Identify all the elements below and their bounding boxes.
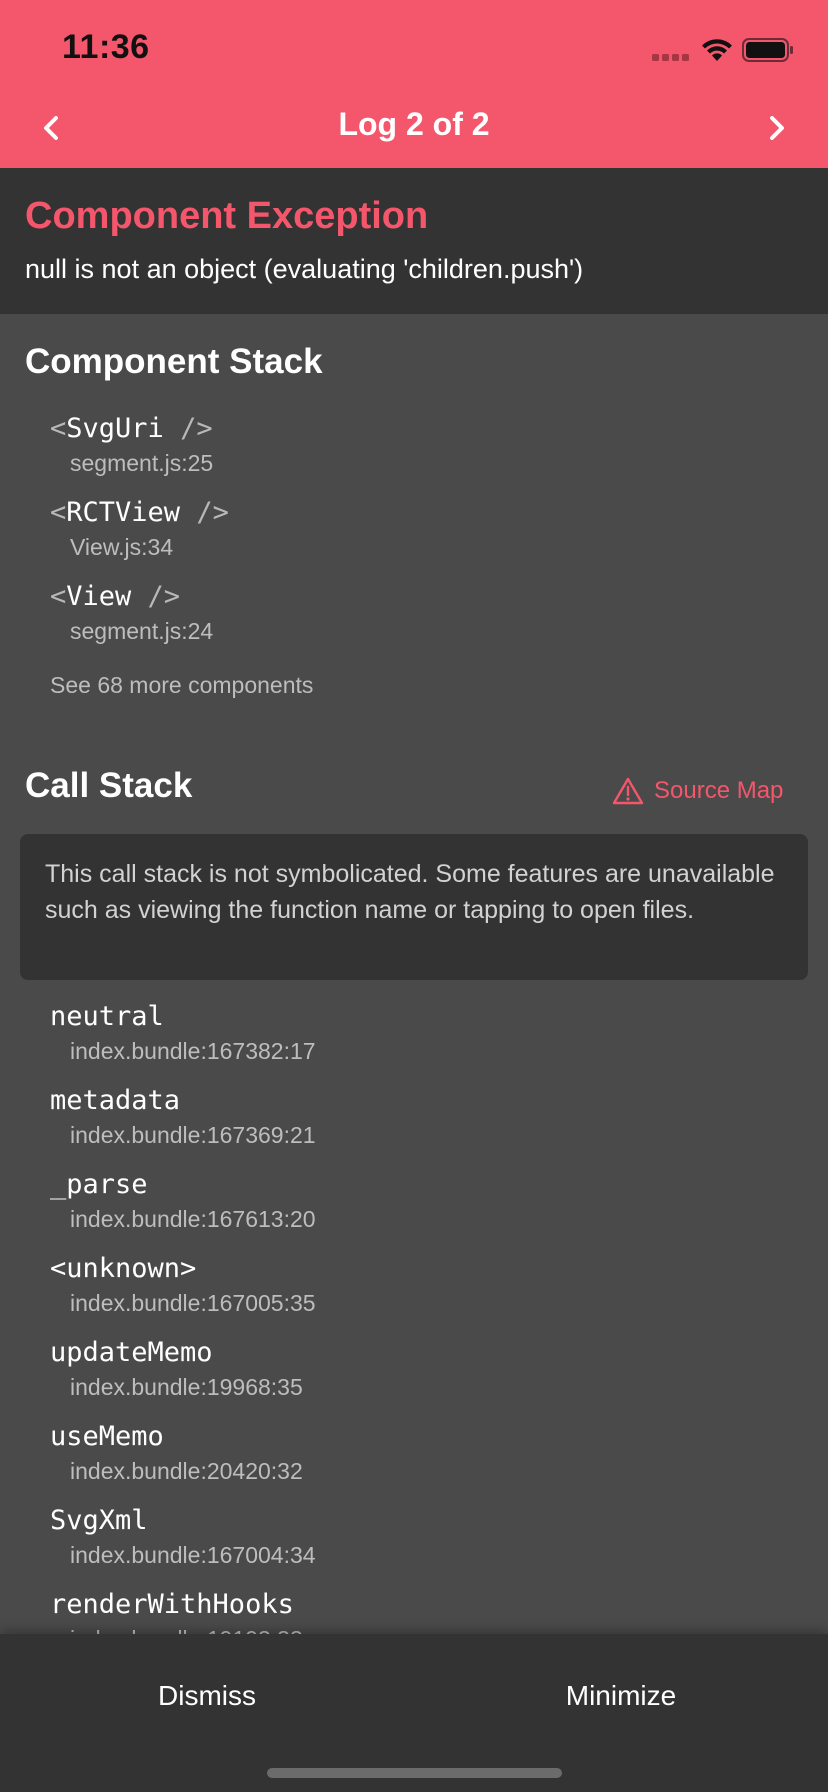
header: 11:36 Log 2 of 2: [0, 0, 828, 168]
component-name: SvgUri: [66, 413, 164, 444]
call-frame[interactable]: _parse index.bundle:167613:20: [50, 1168, 316, 1234]
function-name: updateMemo: [50, 1337, 213, 1368]
exception-title: Component Exception: [25, 195, 429, 237]
source-map-button[interactable]: Source Map: [612, 774, 783, 808]
component-location: segment.js:24: [70, 618, 214, 644]
component-frame[interactable]: <View /> segment.js:24: [50, 580, 213, 646]
symbolication-notice: This call stack is not symbolicated. Som…: [20, 834, 808, 980]
frame-location: index.bundle:167005:35: [70, 1290, 316, 1316]
see-more-components-button[interactable]: See 68 more components: [50, 672, 313, 699]
frame-location: index.bundle:167369:21: [70, 1122, 316, 1148]
call-frame[interactable]: useMemo index.bundle:20420:32: [50, 1420, 303, 1486]
exception-message: null is not an object (evaluating 'child…: [25, 254, 584, 284]
function-name: <unknown>: [50, 1253, 197, 1284]
component-name: View: [66, 581, 132, 612]
function-name: metadata: [50, 1085, 181, 1116]
log-navigation: Log 2 of 2: [0, 96, 828, 168]
function-name: _parse: [50, 1169, 148, 1200]
call-frame[interactable]: updateMemo index.bundle:19968:35: [50, 1336, 303, 1402]
call-frame[interactable]: neutral index.bundle:167382:17: [50, 1000, 316, 1066]
component-stack-title: Component Stack: [25, 342, 323, 381]
dismiss-button[interactable]: Dismiss: [0, 1664, 414, 1728]
exception-summary: Component Exception null is not an objec…: [0, 168, 828, 314]
log-counter-title: Log 2 of 2: [338, 106, 490, 142]
next-log-button[interactable]: [754, 106, 798, 150]
call-stack-title: Call Stack: [25, 766, 193, 805]
battery-icon: [742, 38, 793, 62]
minimize-button[interactable]: Minimize: [414, 1664, 828, 1728]
frame-location: index.bundle:167613:20: [70, 1206, 316, 1232]
wifi-icon: [702, 39, 732, 61]
source-map-label: Source Map: [654, 777, 784, 804]
home-indicator: [267, 1768, 562, 1778]
frame-location: index.bundle:167004:34: [70, 1542, 316, 1568]
function-name: neutral: [50, 1001, 164, 1032]
function-name: SvgXml: [50, 1505, 148, 1536]
warning-triangle-icon: [612, 777, 644, 805]
frame-location: index.bundle:19968:35: [70, 1374, 303, 1400]
component-location: segment.js:25: [70, 450, 214, 476]
component-frame[interactable]: <SvgUri /> segment.js:25: [50, 412, 213, 478]
frame-location: index.bundle:20420:32: [70, 1458, 303, 1484]
function-name: useMemo: [50, 1421, 164, 1452]
call-frame[interactable]: <unknown> index.bundle:167005:35: [50, 1252, 316, 1318]
component-location: View.js:34: [70, 534, 174, 560]
cellular-signal-icon: [652, 54, 692, 62]
status-time: 11:36: [62, 28, 150, 66]
function-name: renderWithHooks: [50, 1589, 294, 1620]
component-name: RCTView: [66, 497, 181, 528]
component-frame[interactable]: <RCTView /> View.js:34: [50, 496, 229, 562]
frame-location: index.bundle:167382:17: [70, 1038, 316, 1064]
call-frame[interactable]: SvgXml index.bundle:167004:34: [50, 1504, 316, 1570]
call-frame[interactable]: metadata index.bundle:167369:21: [50, 1084, 316, 1150]
status-bar: 11:36: [0, 0, 828, 96]
chevron-right-icon: [770, 116, 784, 140]
